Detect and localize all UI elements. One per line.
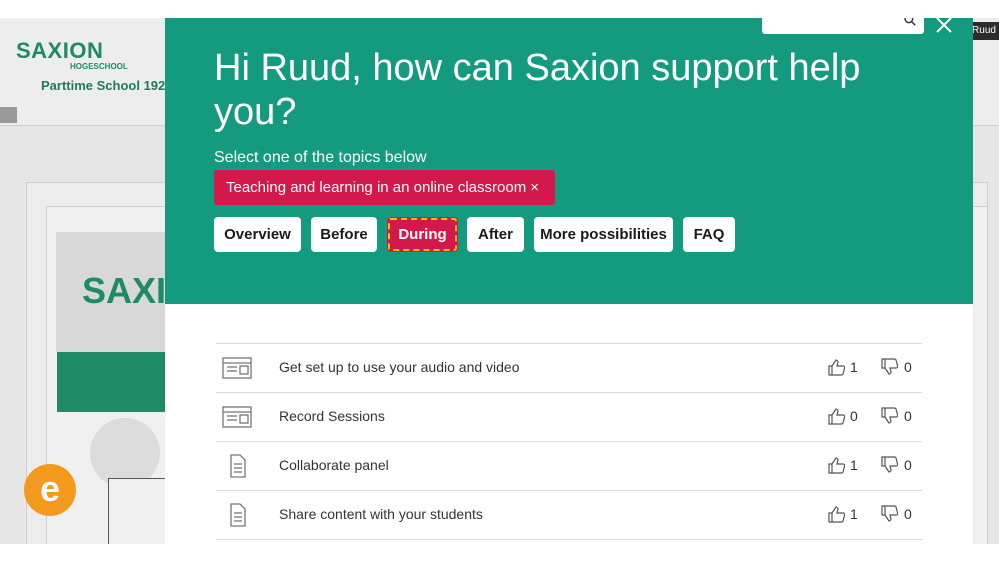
article-title[interactable]: Get set up to use your audio and video xyxy=(279,359,520,375)
upvote-count: 1 xyxy=(850,506,858,522)
remove-topic-icon[interactable]: × xyxy=(530,179,539,196)
modal-title: Hi Ruud, how can Saxion support help you… xyxy=(214,47,861,133)
tab-more-possibilities[interactable]: More possibilities xyxy=(534,217,673,252)
saxion-logo[interactable]: SAXION xyxy=(16,38,103,64)
thumbs-down-icon[interactable] xyxy=(880,358,898,376)
list-item[interactable]: Share content with your students 1 0 xyxy=(216,490,922,540)
thumbs-down-icon[interactable] xyxy=(880,505,898,523)
search-input[interactable] xyxy=(762,18,924,34)
tab-faq[interactable]: FAQ xyxy=(683,217,735,252)
selected-topic-label: Teaching and learning in an online class… xyxy=(226,179,527,196)
tab-after[interactable]: After xyxy=(467,217,524,252)
list-item[interactable]: Record Sessions 0 0 xyxy=(216,392,922,441)
article-title[interactable]: Record Sessions xyxy=(279,408,385,424)
document-icon xyxy=(230,454,246,478)
document-icon xyxy=(230,503,246,527)
downvote-count: 0 xyxy=(904,408,912,424)
article-title[interactable]: Collaborate panel xyxy=(279,457,389,473)
close-icon[interactable] xyxy=(933,18,955,36)
tab-during[interactable]: During xyxy=(387,217,458,252)
list-item[interactable]: Collaborate panel 1 0 xyxy=(216,441,922,490)
thumbs-up-icon[interactable] xyxy=(827,456,845,474)
downvote-count: 0 xyxy=(904,457,912,473)
tab-before[interactable]: Before xyxy=(311,217,377,252)
tab-overview[interactable]: Overview xyxy=(214,217,301,252)
article-title[interactable]: Share content with your students xyxy=(279,506,483,522)
upvote-count: 1 xyxy=(850,457,858,473)
article-list: Get set up to use your audio and video 1… xyxy=(216,343,922,540)
thumbs-up-icon[interactable] xyxy=(827,358,845,376)
search-icon[interactable] xyxy=(904,18,916,26)
e-support-icon[interactable]: e xyxy=(24,464,76,516)
thumbs-up-icon[interactable] xyxy=(827,505,845,523)
upvote-count: 0 xyxy=(850,408,858,424)
saxion-logo-subtitle: HOGESCHOOL xyxy=(70,62,128,71)
downvote-count: 0 xyxy=(904,359,912,375)
downvote-count: 0 xyxy=(904,506,912,522)
thumbs-down-icon[interactable] xyxy=(880,456,898,474)
support-modal: Hi Ruud, how can Saxion support help you… xyxy=(165,18,973,544)
video-article-icon xyxy=(222,357,252,379)
upvote-count: 1 xyxy=(850,359,858,375)
modal-header: Hi Ruud, how can Saxion support help you… xyxy=(165,18,973,304)
user-menu[interactable]: Ruud xyxy=(969,22,999,40)
video-article-icon xyxy=(222,406,252,428)
pin-icon[interactable] xyxy=(0,107,17,123)
thumbs-down-icon[interactable] xyxy=(880,407,898,425)
topic-instruction: Select one of the topics below xyxy=(214,149,427,166)
school-name[interactable]: Parttime School 192 xyxy=(41,78,165,93)
background-box xyxy=(108,478,170,544)
selected-topic-chip[interactable]: Teaching and learning in an online class… xyxy=(214,170,555,205)
list-item[interactable]: Get set up to use your audio and video 1… xyxy=(216,343,922,392)
thumbs-up-icon[interactable] xyxy=(827,407,845,425)
background-green-bar xyxy=(57,352,177,412)
